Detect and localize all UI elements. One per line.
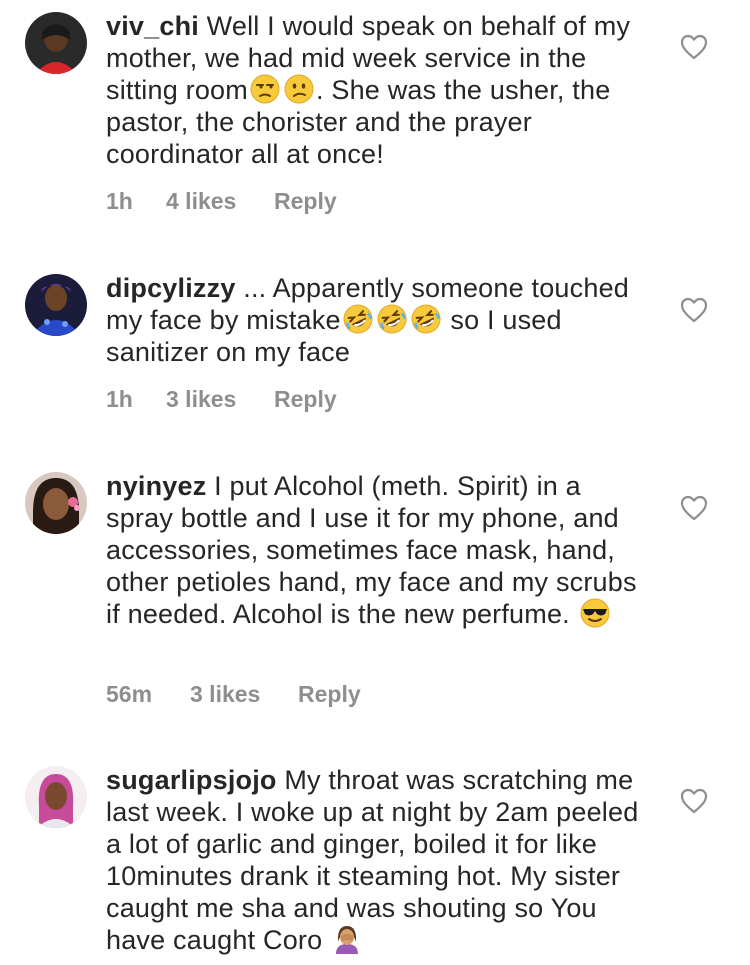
rolling-laughing-icon [411,304,441,334]
like-heart-icon[interactable] [680,788,708,814]
comment-meta: 1h 4 likes Reply [106,188,337,215]
reply-button[interactable]: Reply [274,386,337,413]
avatar[interactable] [25,274,87,336]
comment-meta: 56m 3 likes Reply [106,681,361,708]
reply-button[interactable]: Reply [298,681,361,708]
comment-username[interactable]: dipcylizzy [106,273,236,303]
woman-facepalming-icon [332,924,362,954]
sunglasses-face-icon [580,598,610,628]
avatar[interactable] [25,12,87,74]
comment-time: 1h [106,188,133,214]
confused-face-icon [284,74,314,104]
comment-username[interactable]: viv_chi [106,11,199,41]
comment-time: 56m [106,681,153,707]
like-heart-icon[interactable] [680,495,708,521]
comment-time: 1h [106,386,133,412]
comment-username[interactable]: nyinyez [106,471,206,501]
comment-username[interactable]: sugarlipsjojo [106,765,277,795]
rolling-laughing-icon [343,304,373,334]
unamused-face-icon [250,74,280,104]
like-heart-icon[interactable] [680,34,708,60]
avatar[interactable] [25,472,87,534]
reply-button[interactable]: Reply [274,188,337,215]
rolling-laughing-icon [377,304,407,334]
like-heart-icon[interactable] [680,297,708,323]
comment-meta: 1h 3 likes Reply [106,386,337,413]
likes-count-button[interactable]: 3 likes [190,681,298,708]
avatar[interactable] [25,766,87,828]
likes-count-button[interactable]: 3 likes [166,386,274,413]
likes-count-button[interactable]: 4 likes [166,188,274,215]
